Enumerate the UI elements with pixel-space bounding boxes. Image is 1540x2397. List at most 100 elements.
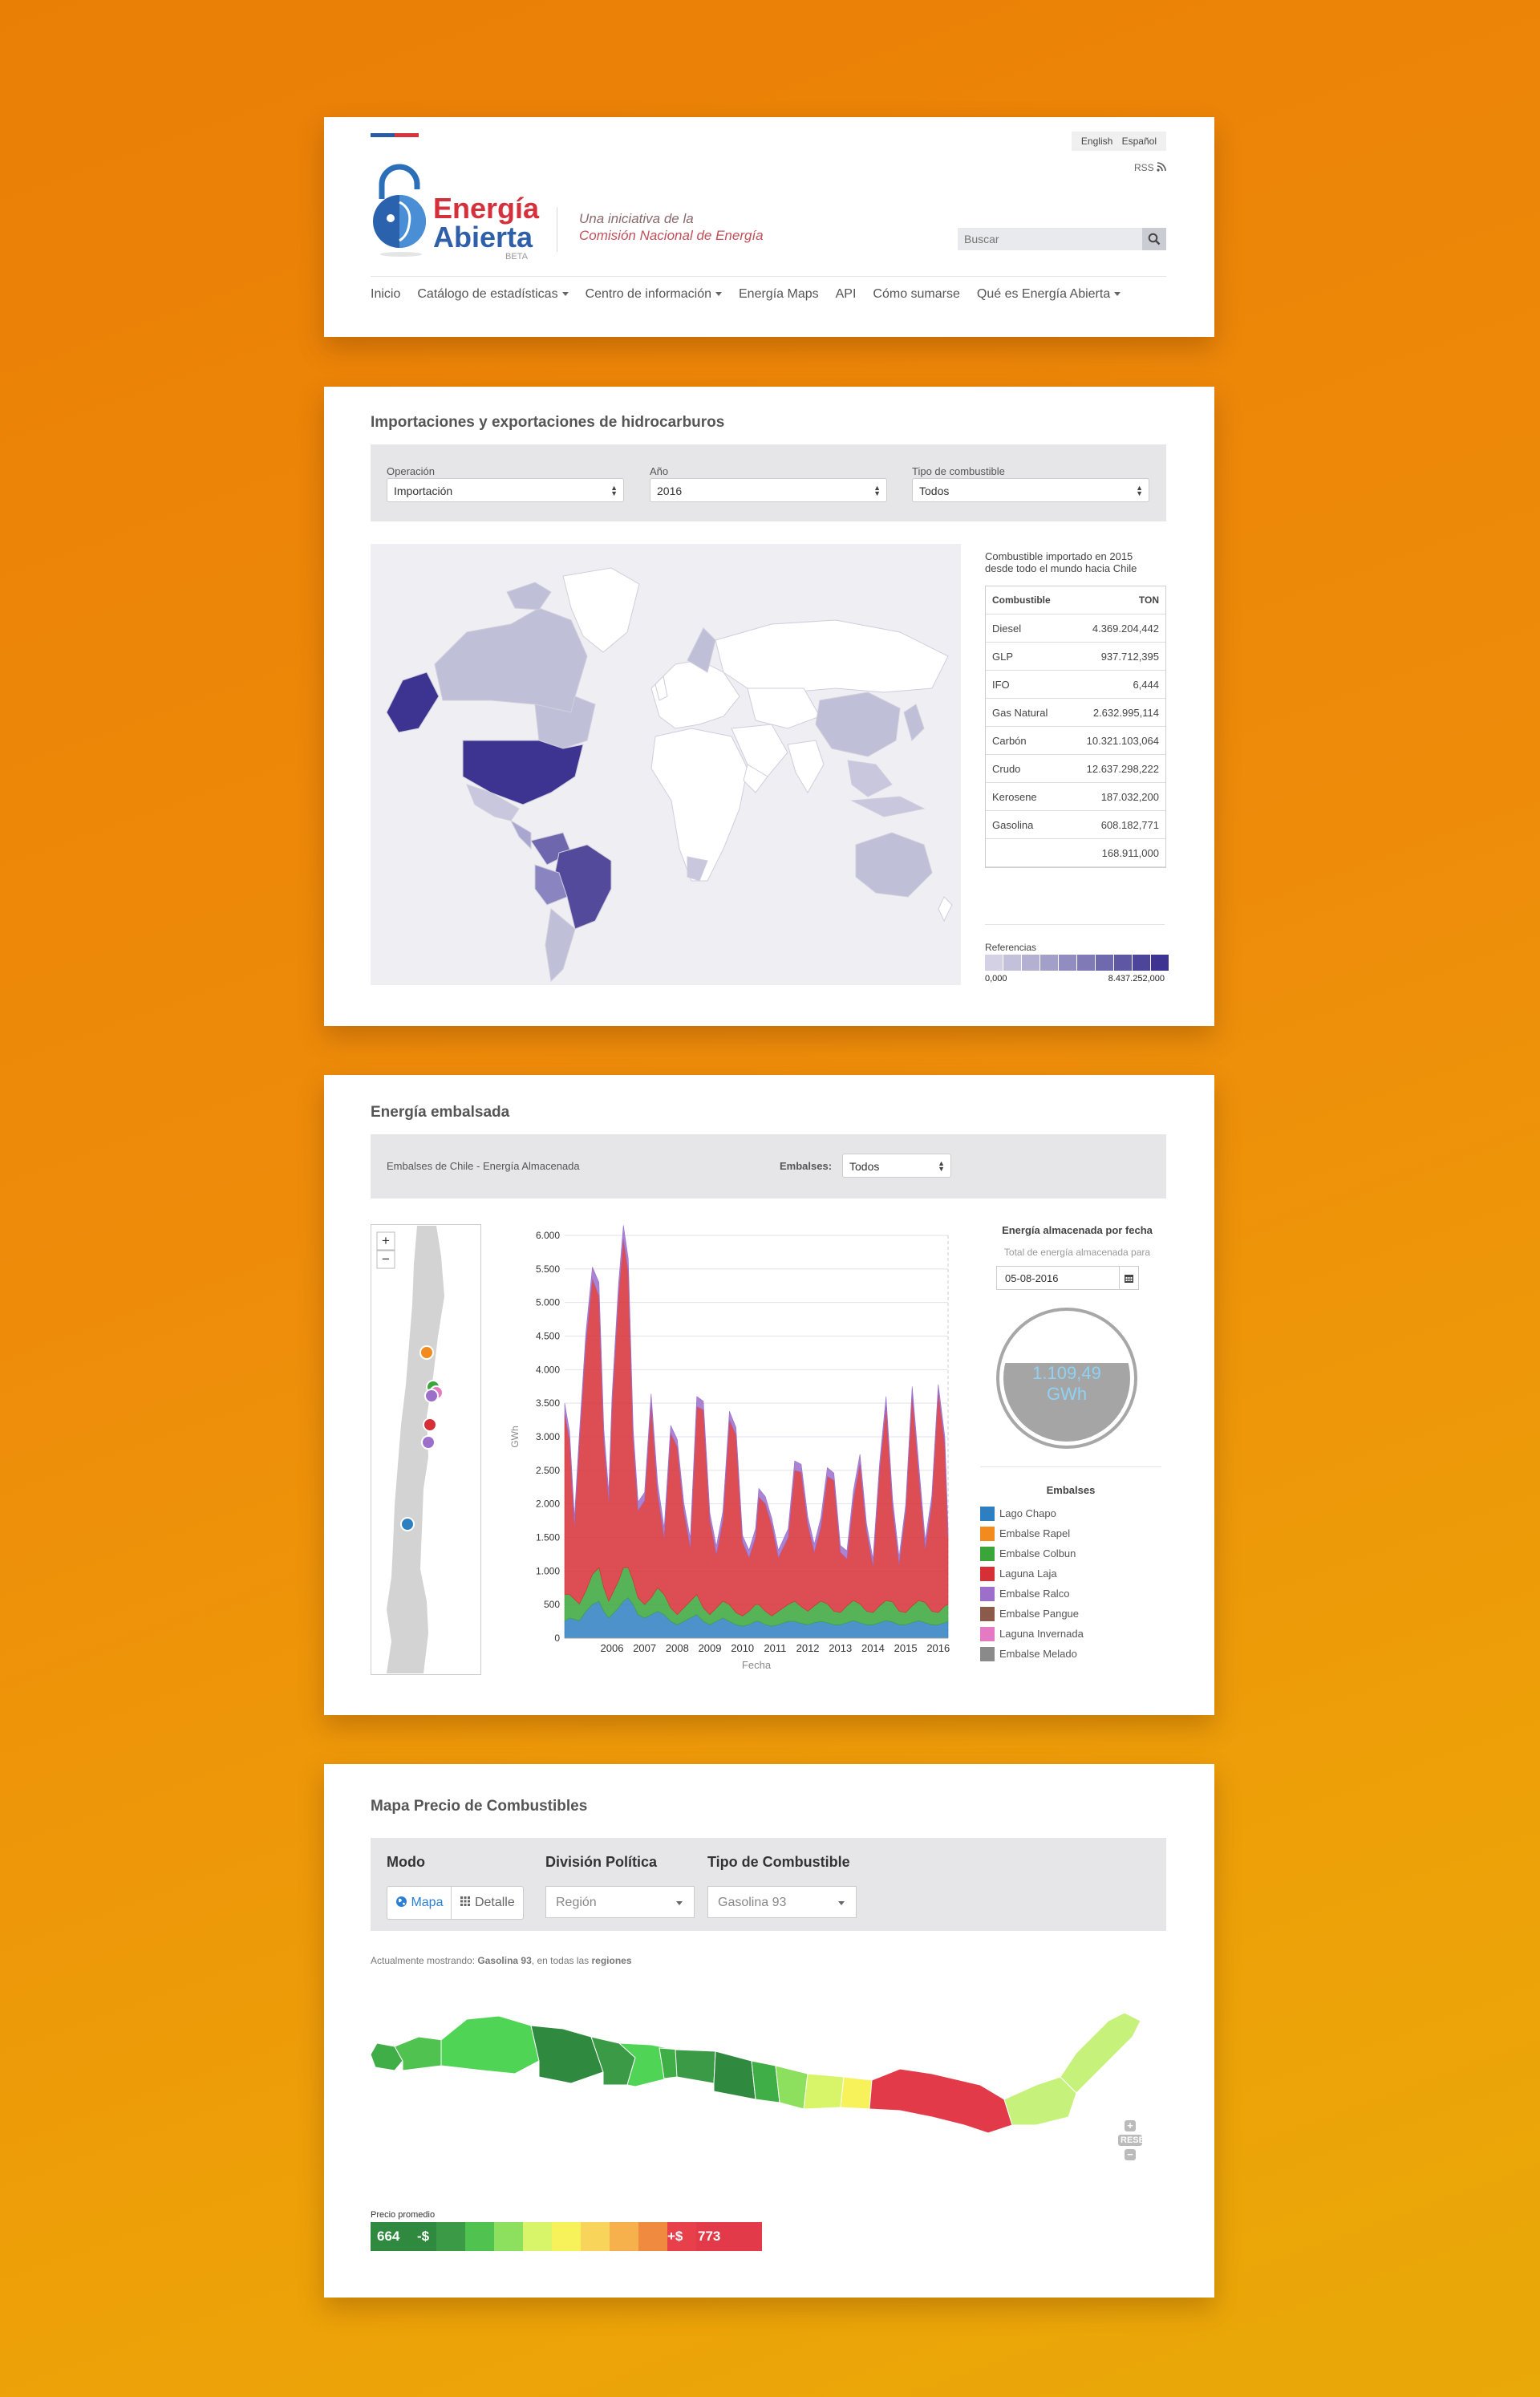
chevron-down-icon (715, 292, 722, 297)
import-caption: Combustible importado en 2015 desde todo… (985, 550, 1137, 574)
legend-item[interactable]: Laguna Laja (980, 1564, 1084, 1584)
region-los-rios (840, 2076, 873, 2110)
fuel-name-cell: Kerosene (986, 782, 1068, 811)
map-legend-title: Referencias (985, 942, 1037, 953)
legend-item[interactable]: Lago Chapo (980, 1503, 1084, 1523)
y-tick-label: 500 (544, 1599, 560, 1610)
fuel-tonnage-cell: 12.637.298,222 (1067, 754, 1165, 783)
x-axis-label: Fecha (742, 1659, 772, 1671)
fuel-price-map[interactable] (371, 2005, 1173, 2165)
world-map[interactable] (371, 544, 961, 985)
reservoir-marker-icon[interactable] (421, 1435, 436, 1450)
zoom-in-button[interactable]: + (376, 1231, 395, 1251)
table-row: Kerosene 187.032,200 (986, 782, 1165, 811)
price-scale-swatch (494, 2222, 523, 2251)
scale-swatch (1151, 955, 1169, 971)
legend-item[interactable]: Embalse Melado (980, 1644, 1084, 1664)
map-zoom-in-button[interactable]: + (1125, 2120, 1136, 2131)
x-tick-label: 2006 (601, 1642, 624, 1654)
logo-word-abierta: Abierta (433, 221, 533, 253)
reservoir-locations-map[interactable]: + − (371, 1224, 481, 1675)
energy-by-date-subtitle: Total de energía almacenada para (1003, 1247, 1151, 1258)
currently-showing-text: Actualmente mostrando: Gasolina 93, en t… (371, 1955, 632, 1966)
y-tick-label: 3.000 (536, 1431, 560, 1442)
reservoir-marker-icon[interactable] (400, 1517, 415, 1531)
nav-que-es[interactable]: Qué es Energía Abierta (977, 287, 1121, 301)
y-tick-label: 6.000 (536, 1230, 560, 1241)
mode-map-button[interactable]: Mapa (387, 1886, 452, 1920)
logo-beta-badge: BETA (505, 252, 528, 262)
legend-swatch (980, 1546, 995, 1561)
fuel-type-dropdown[interactable]: Gasolina 93 (707, 1886, 857, 1918)
embalses-select[interactable]: Todos ▲ ▼ (842, 1154, 951, 1178)
legend-label: Lago Chapo (999, 1507, 1056, 1519)
select-arrows-icon: ▲ ▼ (1136, 484, 1143, 497)
division-dropdown[interactable]: Región (545, 1886, 695, 1918)
y-tick-label: 2.000 (536, 1499, 560, 1510)
rss-link[interactable]: RSS (1134, 162, 1166, 173)
zoom-out-button[interactable]: − (376, 1250, 395, 1269)
fuel-name-cell: Carbón (986, 726, 1068, 755)
nav-energia-maps[interactable]: Energía Maps (739, 287, 819, 301)
legend-item[interactable]: Embalse Ralco (980, 1584, 1084, 1604)
search-box (958, 228, 1166, 250)
mode-detail-button[interactable]: Detalle (452, 1886, 524, 1920)
select-arrows-icon: ▲ ▼ (610, 484, 618, 497)
region-maule (713, 2050, 756, 2100)
table-row: Carbón 10.321.103,064 (986, 726, 1165, 755)
nav-inicio[interactable]: Inicio (371, 287, 400, 301)
mode-toggle: Mapa Detalle (387, 1886, 524, 1920)
map-zoom-out-button[interactable]: − (1125, 2149, 1136, 2160)
showing-regions: regiones (591, 1955, 632, 1966)
nav-centro-informacion[interactable]: Centro de información (586, 287, 722, 301)
filter-operacion-select[interactable]: Importación ▲ ▼ (387, 478, 624, 502)
legend-item[interactable]: Embalse Colbun (980, 1543, 1084, 1564)
reservoir-marker-icon[interactable] (424, 1389, 439, 1403)
legend-item[interactable]: Laguna Invernada (980, 1624, 1084, 1644)
legend-swatch (980, 1626, 995, 1641)
nav-api[interactable]: API (836, 287, 857, 301)
y-tick-label: 4.000 (536, 1364, 560, 1375)
lang-english-link[interactable]: English (1081, 136, 1112, 147)
legend-item[interactable]: Embalse Rapel (980, 1523, 1084, 1543)
gauge-value: 1.109,49 (1032, 1363, 1101, 1383)
price-max-sign: +$ (667, 2229, 683, 2244)
nav-como-sumarse[interactable]: Cómo sumarse (873, 287, 959, 301)
legend-item[interactable]: Embalse Pangue (980, 1604, 1084, 1624)
price-min: 664 (377, 2229, 400, 2244)
nav-catalogo[interactable]: Catálogo de estadísticas (417, 287, 569, 301)
reservoir-marker-icon[interactable] (423, 1418, 437, 1432)
filter-tipo-select[interactable]: Todos ▲ ▼ (912, 478, 1149, 502)
legend-label: Embalse Pangue (999, 1608, 1080, 1620)
energy-by-date-title: Energía almacenada por fecha (1002, 1224, 1153, 1236)
x-tick-label: 2010 (731, 1642, 754, 1654)
search-input[interactable] (958, 228, 1147, 250)
y-tick-label: 1.500 (536, 1532, 560, 1543)
legend-swatch (980, 1606, 995, 1621)
legend-label: Laguna Laja (999, 1568, 1057, 1580)
nav-catalogo-label: Catálogo de estadísticas (417, 287, 558, 301)
table-header-row: Combustible TON (986, 586, 1165, 614)
tagline: Una iniciativa de la Comisión Nacional d… (579, 210, 764, 244)
scale-swatch (1059, 955, 1077, 971)
map-reset-button[interactable]: RESET (1118, 2135, 1150, 2146)
table-row: Gasolina 608.182,771 (986, 810, 1165, 839)
filter-ano-select[interactable]: 2016 ▲ ▼ (650, 478, 887, 502)
stored-energy-chart[interactable]: 0 500 1.000 1.500 2.000 2.500 3.000 3.500 4.000 4… (509, 1219, 966, 1683)
filter-operacion-value: Importación (394, 485, 453, 497)
fuel-tonnage-cell: 2.632.995,114 (1067, 698, 1165, 727)
legend-label: Embalse Ralco (999, 1588, 1070, 1600)
y-tick-label: 2.500 (536, 1465, 560, 1476)
fuel-name-cell: Crudo (986, 754, 1068, 783)
hydrocarbons-filter-bar: Operación Importación ▲ ▼ Año 2016 ▲ ▼ Tip… (371, 444, 1166, 521)
price-scale-swatch (638, 2222, 667, 2251)
date-input[interactable] (997, 1267, 1119, 1289)
nav-que-es-label: Qué es Energía Abierta (976, 287, 1111, 301)
y-tick-label: 5.500 (536, 1263, 560, 1275)
reservoir-marker-icon[interactable] (419, 1345, 434, 1360)
energy-filter-bar: Embalses de Chile - Energía Almacenada E… (371, 1134, 1166, 1198)
search-button[interactable] (1142, 228, 1166, 250)
lang-spanish-link[interactable]: Español (1122, 136, 1157, 147)
calendar-button[interactable] (1119, 1267, 1138, 1289)
logo-word-energia: Energía (433, 192, 540, 225)
